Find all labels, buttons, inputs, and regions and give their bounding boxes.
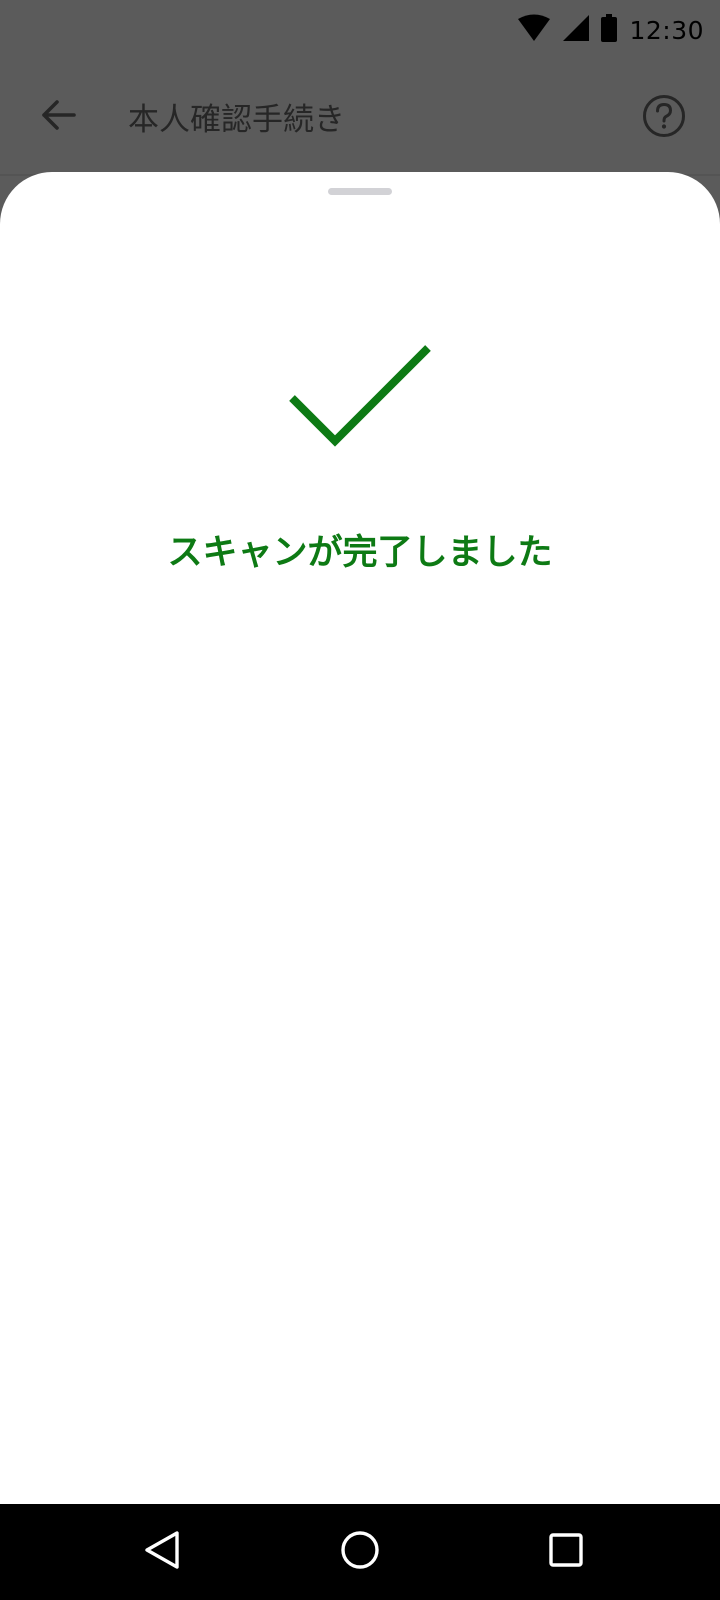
page-title: 本人確認手続き: [128, 102, 345, 138]
arrow-back-icon: [40, 99, 76, 135]
nav-back-button[interactable]: [138, 1528, 186, 1576]
help-button[interactable]: [632, 86, 696, 150]
status-icons: 12:30: [517, 12, 704, 48]
back-triangle-icon: [144, 1530, 180, 1574]
recents-square-icon: [548, 1532, 584, 1572]
status-time: 12:30: [629, 15, 704, 45]
check-icon: [288, 338, 434, 448]
bottom-sheet: スキャンが完了しました: [0, 172, 720, 1504]
back-button[interactable]: [28, 87, 88, 147]
drag-handle[interactable]: [328, 188, 392, 195]
navigation-bar: [0, 1504, 720, 1600]
wifi-icon: [517, 14, 551, 46]
help-circle-icon: [642, 94, 686, 142]
nav-home-button[interactable]: [336, 1528, 384, 1576]
nav-recents-button[interactable]: [542, 1528, 590, 1576]
status-bar: 12:30: [0, 0, 720, 60]
screen: 12:30 本人確認手続き スキャンが完了しました: [0, 0, 720, 1600]
cellular-signal-icon: [563, 15, 590, 45]
app-bar: 本人確認手続き: [0, 60, 720, 176]
home-circle-icon: [340, 1530, 380, 1574]
scan-complete-message: スキャンが完了しました: [167, 533, 553, 573]
battery-icon: [601, 14, 618, 46]
